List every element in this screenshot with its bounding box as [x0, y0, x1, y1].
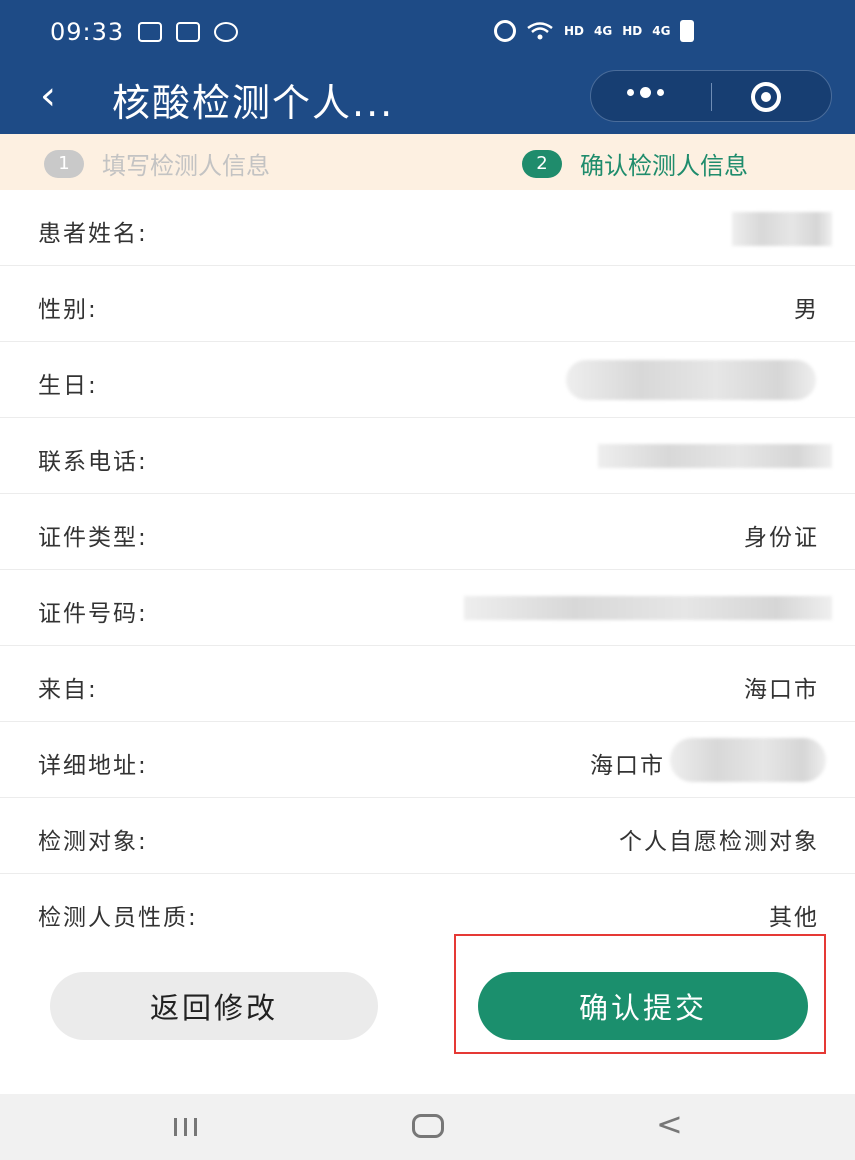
row-value: 个人自愿检测对象 — [619, 829, 819, 855]
step-number: 2 — [522, 149, 562, 178]
alarm-icon — [494, 20, 516, 42]
row-id-type: 证件类型: 身份证 — [0, 494, 855, 570]
page-title: 核酸检测个人... — [112, 81, 395, 125]
system-back-icon[interactable]: < — [656, 1108, 683, 1140]
gallery-icon — [138, 22, 162, 42]
row-value: 身份证 — [744, 525, 819, 551]
redacted-value — [464, 596, 832, 620]
back-icon[interactable]: ‹ — [40, 74, 56, 118]
row-label: 详细地址: — [38, 753, 148, 779]
row-value: 男 — [794, 297, 819, 323]
home-icon[interactable] — [412, 1114, 444, 1138]
row-name: 患者姓名: — [0, 190, 855, 266]
row-value: 海口市 — [590, 753, 665, 779]
step-confirm-info: 2 确认检测人信息 — [522, 146, 748, 181]
cloud-icon — [176, 22, 200, 42]
more-icon[interactable] — [627, 87, 664, 98]
redacted-value — [732, 212, 832, 246]
status-time: 09:33 — [50, 18, 125, 46]
signal-4g-label-2: 4G — [652, 24, 671, 38]
row-gender: 性别: 男 — [0, 266, 855, 342]
signal-4g-label: 4G — [594, 24, 613, 38]
sync-icon — [214, 22, 238, 42]
back-to-edit-button[interactable]: 返回修改 — [50, 972, 378, 1040]
step-fill-info: 1 填写检测人信息 — [44, 146, 270, 181]
row-target: 检测对象: 个人自愿检测对象 — [0, 798, 855, 874]
recent-apps-icon[interactable] — [174, 1118, 197, 1136]
step-label: 确认检测人信息 — [580, 152, 748, 180]
row-address: 详细地址: 海口市 — [0, 722, 855, 798]
system-nav-bar: < — [0, 1094, 855, 1160]
top-bar: 09:33 HD 4G HD 4G ‹ 核酸检测个人... — [0, 0, 855, 134]
battery-icon — [680, 20, 695, 42]
network-hd-label: HD — [564, 24, 585, 38]
step-indicator: 1 填写检测人信息 2 确认检测人信息 — [0, 134, 855, 190]
row-label: 证件类型: — [38, 525, 148, 551]
row-label: 来自: — [38, 677, 98, 703]
row-birthday: 生日: — [0, 342, 855, 418]
row-label: 生日: — [38, 373, 98, 399]
info-list: 患者姓名: 性别: 男 生日: 联系电话: 证件类型: 身份证 证件号码: 来自… — [0, 190, 855, 950]
row-label: 联系电话: — [38, 449, 148, 475]
row-label: 检测人员性质: — [38, 905, 198, 931]
row-value: 其他 — [769, 905, 819, 931]
wifi-icon — [527, 22, 553, 40]
row-label: 证件号码: — [38, 601, 148, 627]
row-label: 性别: — [38, 297, 98, 323]
mini-program-capsule — [590, 70, 832, 122]
redacted-value — [670, 738, 826, 782]
status-icons-right: HD 4G HD 4G — [494, 20, 695, 42]
action-bar: 返回修改 确认提交 — [0, 934, 855, 1094]
step-label: 填写检测人信息 — [102, 152, 270, 180]
network-hd-label-2: HD — [622, 24, 643, 38]
row-value: 海口市 — [744, 677, 819, 703]
row-label: 检测对象: — [38, 829, 148, 855]
capsule-divider — [711, 83, 712, 111]
redacted-value — [598, 444, 832, 468]
highlight-box — [454, 934, 826, 1054]
close-target-icon[interactable] — [751, 82, 781, 112]
step-number: 1 — [44, 149, 84, 178]
row-id-number: 证件号码: — [0, 570, 855, 646]
row-from: 来自: 海口市 — [0, 646, 855, 722]
status-icons-left — [138, 22, 238, 42]
row-label: 患者姓名: — [38, 221, 148, 247]
row-phone: 联系电话: — [0, 418, 855, 494]
redacted-value — [566, 360, 816, 400]
